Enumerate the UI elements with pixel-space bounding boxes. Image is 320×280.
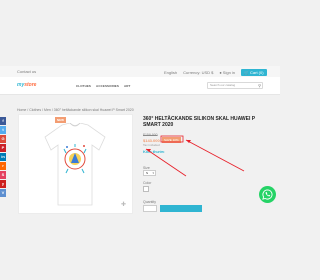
old-price: $159.900 <box>143 133 158 137</box>
nav-item-clothes[interactable]: CLOTHES <box>76 84 91 88</box>
product-tshirt-image[interactable] <box>44 123 106 207</box>
user-icon: ● <box>219 70 222 75</box>
store-logo[interactable]: mystore <box>17 82 36 88</box>
discount-badge: SAVE 10% <box>162 137 181 143</box>
size-chart-link[interactable]: Kích thước <box>143 149 165 154</box>
currency-select[interactable]: Currency: USD $ <box>183 70 213 75</box>
breadcrumb[interactable]: Home / Clothes / Men / 360° heltäckande … <box>17 108 134 112</box>
zoom-icon[interactable]: ✚ <box>121 201 129 209</box>
cart-label: Cart (0) <box>250 70 264 75</box>
language-select[interactable]: English <box>164 70 177 75</box>
twitter-icon[interactable]: t <box>0 126 6 134</box>
page: Contact us English Currency: USD $ ● Sig… <box>0 0 280 280</box>
search-placeholder: Search our catalog <box>210 83 236 87</box>
linkedin-icon[interactable]: in <box>0 153 6 161</box>
header: mystore CLOTHES ACCESSORIES ART Search o… <box>0 77 280 95</box>
top-bar-right: English Currency: USD $ ● Sign in 🛒 Cart… <box>164 69 267 76</box>
chevron-down-icon: ▾ <box>152 171 154 175</box>
vk-icon[interactable]: V <box>0 189 6 197</box>
color-label: Color <box>143 181 152 185</box>
size-select[interactable]: S ▾ <box>143 170 156 176</box>
cart-icon: 🛒 <box>244 70 249 75</box>
google-icon[interactable]: G <box>0 135 6 143</box>
add-to-cart-button[interactable] <box>160 205 202 212</box>
arrow-line-discount <box>185 139 245 172</box>
quantity-label: Quantity <box>143 200 157 204</box>
signin-link[interactable]: ● Sign in <box>219 70 235 75</box>
logo-store: store <box>24 82 37 88</box>
social-share-bar: f t G P in r S y V <box>0 117 6 198</box>
main-nav: CLOTHES ACCESSORIES ART <box>76 84 130 88</box>
search-icon[interactable]: ⚲ <box>258 83 261 88</box>
reddit-icon[interactable]: r <box>0 162 6 170</box>
pinterest-icon[interactable]: P <box>0 144 6 152</box>
nav-item-art[interactable]: ART <box>124 84 130 88</box>
size-value: S <box>146 171 149 175</box>
contact-link[interactable]: Contact us <box>17 69 36 74</box>
tax-note: Tax included <box>143 143 160 147</box>
search-input[interactable]: Search our catalog ⚲ <box>207 82 263 89</box>
color-swatch-white[interactable] <box>143 186 149 192</box>
facebook-icon[interactable]: f <box>0 117 6 125</box>
instagram-icon[interactable]: S <box>0 171 6 179</box>
arrow-head-discount <box>186 140 191 143</box>
signin-label: Sign in <box>222 70 236 75</box>
quantity-stepper[interactable] <box>143 205 157 212</box>
youtube-icon[interactable]: y <box>0 180 6 188</box>
product-title: 360° HELTÄCKANDE SILIKON SKAL HUAWEI P S… <box>143 116 256 128</box>
cart-button[interactable]: 🛒 Cart (0) <box>241 69 267 76</box>
whatsapp-chat-button[interactable] <box>259 186 276 203</box>
whatsapp-icon <box>262 189 273 200</box>
top-bar: Contact us English Currency: USD $ ● Sig… <box>0 66 280 77</box>
nav-item-accessories[interactable]: ACCESSORIES <box>96 84 119 88</box>
